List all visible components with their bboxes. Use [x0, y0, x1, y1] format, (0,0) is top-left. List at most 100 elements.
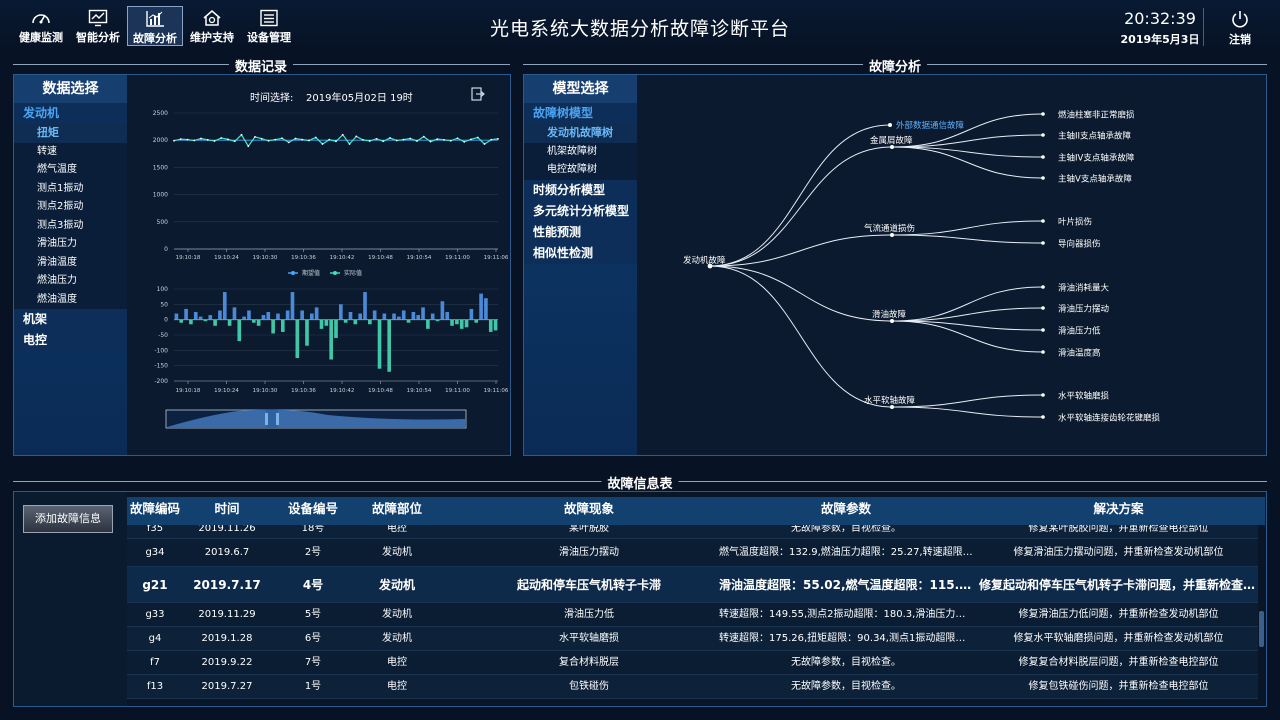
group-electronic-control[interactable]: 电控 [14, 330, 127, 351]
tree-root-label[interactable]: 发动机故障 [683, 255, 726, 266]
y-tick-label: -100 [154, 347, 168, 354]
table-cell: f7 [150, 657, 160, 668]
tree-leaf-label[interactable]: 滑油消耗量大 [1058, 283, 1110, 294]
data-item[interactable]: 燃气温度 [14, 161, 127, 180]
y-tick-label: 50 [160, 301, 168, 308]
tree-leaf-label[interactable]: 滑油压力摆动 [1058, 304, 1110, 315]
table-row[interactable]: g21 2019.7.17 4号 发动机 起动和停车压气机转子卡滞 滑油温度超限：55.0… [127, 567, 1258, 603]
table-row[interactable]: f7 2019.9.22 7号 电控 复合材料脱层 无故障参数，目视检查。 修复复合材料脱层… [127, 651, 1258, 675]
table-cell: 2019.6.7 [204, 547, 250, 558]
legend-swatch [291, 271, 295, 275]
group-time-frequency-model[interactable]: 时频分析模型 [524, 179, 637, 201]
group-engine[interactable]: 发动机 [14, 103, 127, 124]
table-cell: 2019.7.27 [201, 681, 253, 692]
x-tick-label: 19:10:36 [291, 255, 316, 261]
tree-leaf-label[interactable]: 滑油压力低 [1058, 326, 1101, 337]
data-item[interactable]: 滑油压力 [14, 235, 127, 254]
tree-node[interactable] [1041, 219, 1045, 223]
tree-branch-label[interactable]: 外部数据通信故障 [896, 120, 965, 131]
data-item[interactable]: 燃油压力 [14, 272, 127, 291]
bar [411, 312, 416, 320]
y-tick-label: 500 [157, 219, 169, 226]
tree-leaf-label[interactable]: 水平软轴磨损 [1058, 391, 1110, 402]
table-cell: 18号 [301, 525, 325, 534]
tree-node[interactable] [1041, 133, 1045, 137]
tree-leaf-label[interactable]: 水平软轴连接齿轮花键磨损 [1058, 413, 1161, 424]
tree-leaf-label[interactable]: 主轴IV支点轴承故障 [1058, 153, 1135, 164]
table-row[interactable]: g34 2019.6.7 2号 发动机 滑油压力摆动 燃气温度超限：132.9,燃油压力超… [127, 539, 1258, 567]
data-point [233, 140, 236, 143]
tree-branch-label[interactable]: 滑油故障 [872, 309, 907, 320]
tree-leaf-label[interactable]: 主轴V支点轴承故障 [1058, 174, 1132, 185]
table-cell: 2号 [304, 547, 322, 558]
data-item[interactable]: 扭矩 [14, 124, 127, 143]
tree-leaf-label[interactable]: 滑油温度高 [1058, 348, 1101, 359]
data-point [368, 140, 371, 142]
bar [416, 315, 421, 320]
table-cell: 修复滑油压力低问题，并重新检查发动机部位 [1018, 609, 1219, 620]
group-fault-tree-model[interactable]: 故障树模型 [524, 103, 637, 124]
y-tick-label: 0 [164, 317, 168, 324]
model-item[interactable]: 电控故障树 [524, 161, 637, 180]
data-item[interactable]: 转速 [14, 142, 127, 161]
tree-node[interactable] [1041, 393, 1045, 397]
tree-node[interactable] [1041, 306, 1045, 310]
group-similarity-detection[interactable]: 相似性检测 [524, 242, 637, 264]
tree-leaf-label[interactable]: 主轴II支点轴承故障 [1058, 131, 1132, 142]
data-point [463, 140, 466, 143]
table-cell: 发动机 [382, 547, 412, 558]
table-cell: 7号 [304, 657, 322, 668]
tree-node[interactable] [1041, 350, 1045, 354]
tree-branch-label[interactable]: 金属屑故障 [870, 135, 913, 146]
bar [493, 319, 498, 331]
tree-node[interactable] [1041, 415, 1045, 419]
data-point [179, 138, 182, 141]
table-scrollbar[interactable] [1259, 611, 1264, 647]
group-multivariate-model[interactable]: 多元统计分析模型 [524, 200, 637, 222]
table-cell: 修复水平软轴磨损问题，并重新检查发动机部位 [1013, 633, 1224, 644]
data-item[interactable]: 测点2振动 [14, 198, 127, 217]
data-item[interactable]: 滑油温度 [14, 253, 127, 272]
model-item[interactable]: 发动机故障树 [524, 124, 637, 143]
tree-node[interactable] [888, 123, 892, 127]
table-cell: 无故障参数，目视检查。 [791, 681, 901, 692]
table-row[interactable]: f35 2019.11.26 18号 电控 某叶脱胶 无故障参数，目视检查。 修复某叶脱胶问… [127, 525, 1258, 539]
data-item[interactable]: 测点1振动 [14, 179, 127, 198]
x-tick-label: 19:10:42 [330, 388, 355, 394]
tree-node[interactable] [1041, 241, 1045, 245]
tree-node[interactable] [1041, 285, 1045, 289]
tree-branch-label[interactable]: 水平软轴故障 [864, 395, 916, 406]
bar [426, 319, 430, 329]
logout-button[interactable]: 注销 [1222, 10, 1258, 47]
tree-node[interactable] [1041, 112, 1045, 116]
tree-node[interactable] [1041, 328, 1045, 332]
y-tick-label: 2000 [153, 137, 168, 144]
table-row[interactable]: g4 2019.1.28 6号 发动机 水平软轴磨损 转速超限：175.26,扭矩超限：9… [127, 627, 1258, 651]
tree-leaf-label[interactable]: 导向器损伤 [1058, 239, 1101, 250]
tree-branch-label[interactable]: 气流通道损伤 [864, 223, 915, 234]
tree-node[interactable] [1041, 155, 1045, 159]
tree-leaf-label[interactable]: 叶片损伤 [1058, 217, 1092, 228]
table-row[interactable]: g33 2019.11.29 5号 发动机 滑油压力低 转速超限：149.55,测点2振动… [127, 603, 1258, 627]
bar [430, 313, 435, 320]
group-performance-prediction[interactable]: 性能预测 [524, 221, 637, 243]
data-point [321, 143, 324, 145]
bar [445, 312, 450, 320]
data-point [287, 141, 290, 144]
zoom-handle[interactable] [265, 413, 268, 425]
zoom-handle[interactable] [276, 413, 279, 425]
data-item[interactable]: 燃油温度 [14, 290, 127, 309]
model-item[interactable]: 机架故障树 [524, 142, 637, 161]
add-fault-button[interactable]: 添加故障信息 [23, 505, 113, 533]
tree-leaf-label[interactable]: 燃油柱塞非正常磨损 [1058, 110, 1135, 121]
data-point [490, 138, 493, 141]
bar [406, 319, 411, 323]
data-record-panel: 数据选择 发动机 扭矩 转速 燃气温度 测点1振动 测点2振动 测点3振动 滑油压力 滑油温度… [13, 74, 511, 456]
table-cell: 转速超限：175.26,扭矩超限：90.34,测点1振动超限：60.8 [719, 633, 973, 644]
table-cell: 4号 [302, 578, 324, 592]
data-item[interactable]: 测点3振动 [14, 216, 127, 235]
table-row[interactable]: f13 2019.7.27 1号 电控 包铁碰伤 无故障参数，目视检查。 修复包铁碰伤问题，… [127, 675, 1258, 699]
data-point [476, 136, 479, 139]
tree-node[interactable] [1041, 176, 1045, 180]
group-frame[interactable]: 机架 [14, 309, 127, 330]
